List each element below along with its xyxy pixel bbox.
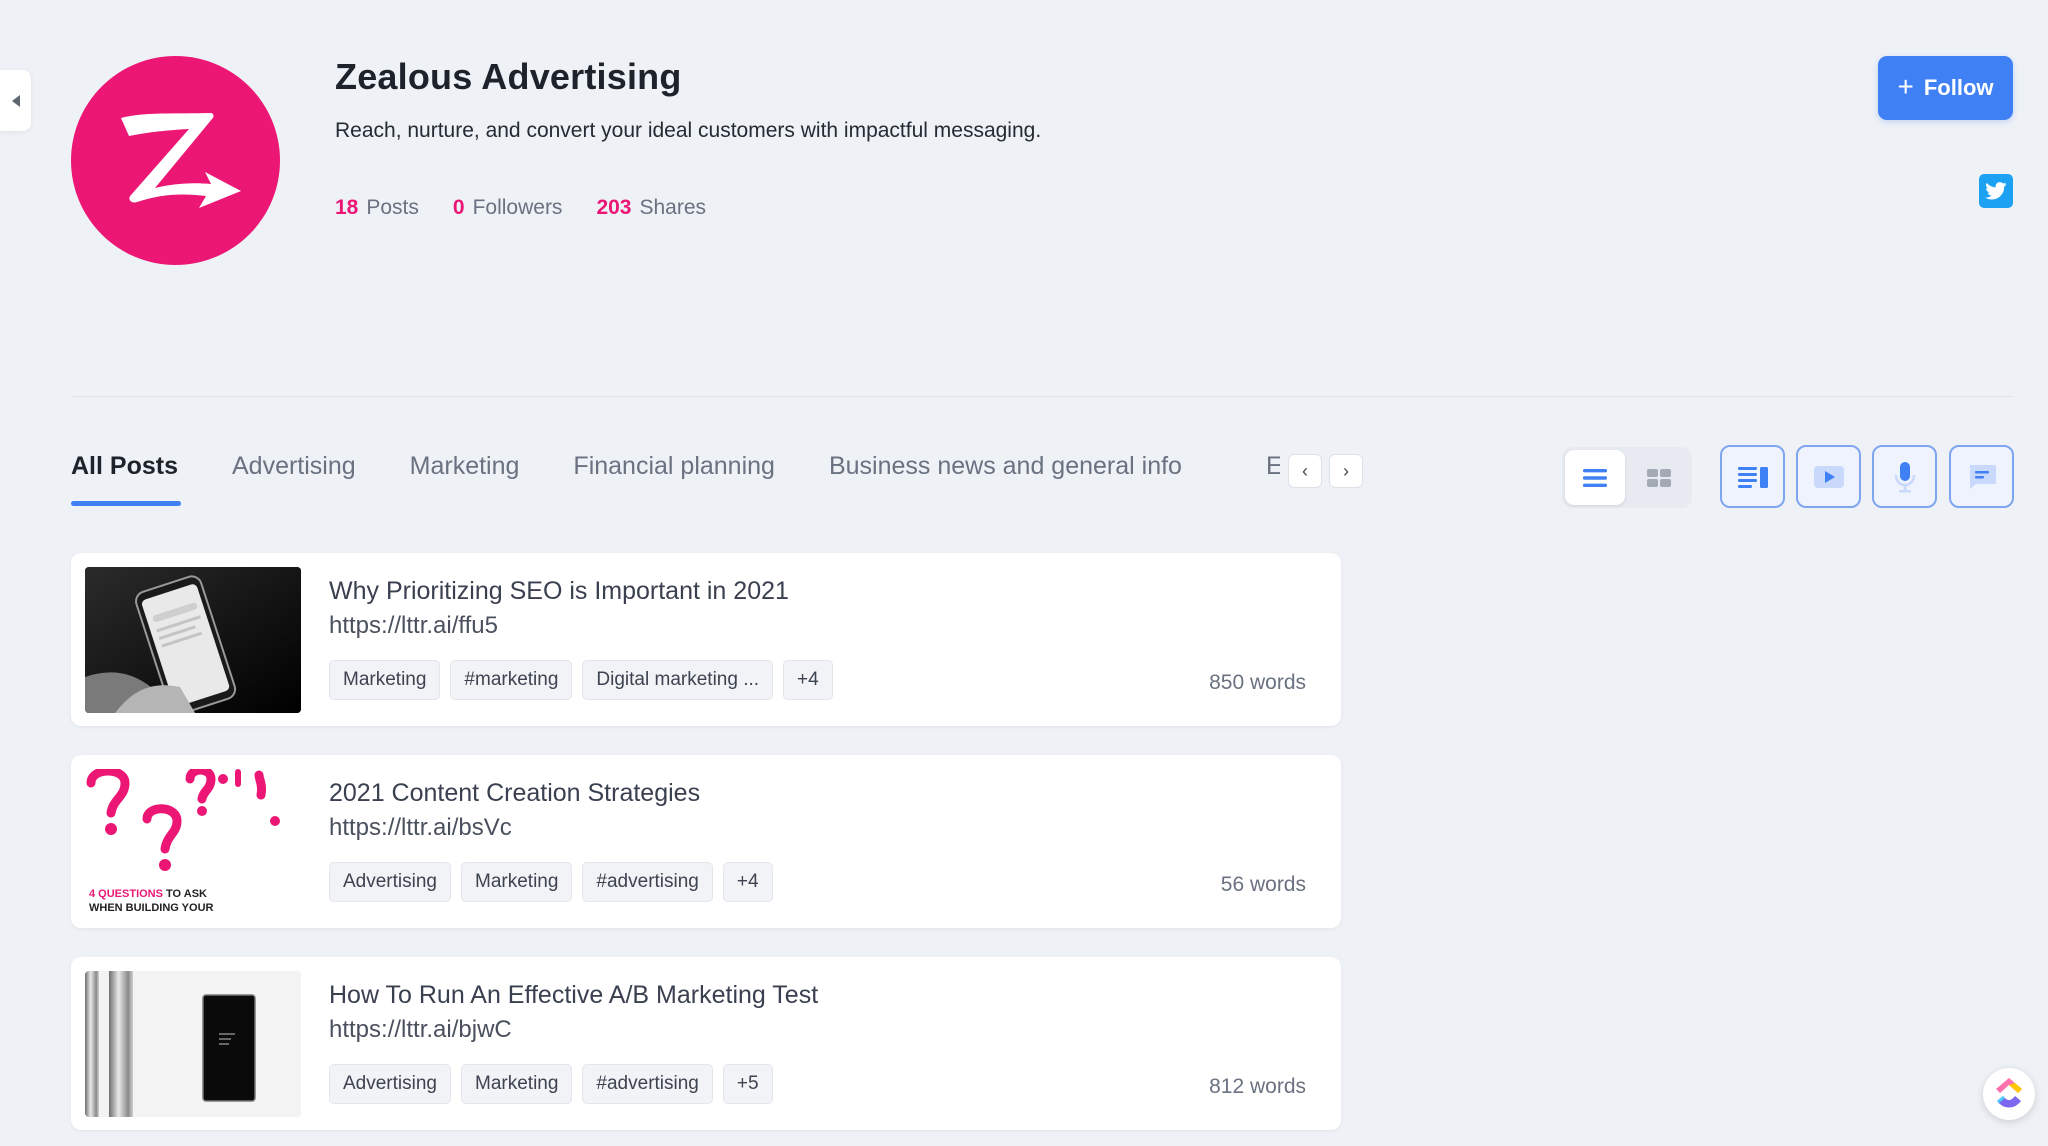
profile-tagline: Reach, nurture, and convert your ideal c… <box>335 119 1042 142</box>
post-tag[interactable]: #advertising <box>582 862 713 902</box>
section-divider <box>71 396 2013 397</box>
phone-on-desk-image <box>85 971 301 1117</box>
filter-articles-button[interactable] <box>1720 445 1785 508</box>
phone-photo-image <box>85 567 301 713</box>
post-title[interactable]: 2021 Content Creation Strategies <box>329 779 700 808</box>
post-word-count: 56 words <box>1220 873 1306 896</box>
filter-comments-button[interactable] <box>1949 445 2014 508</box>
post-tags: Advertising Marketing #advertising +4 <box>329 862 773 902</box>
post-tags: Advertising Marketing #advertising +5 <box>329 1064 773 1104</box>
chevron-left-icon: ‹ <box>1302 460 1308 481</box>
tab-financial-planning[interactable]: Financial planning <box>573 452 775 504</box>
post-tag[interactable]: Advertising <box>329 1064 451 1104</box>
list-view-button[interactable] <box>1565 450 1625 505</box>
twitter-icon <box>1985 182 2007 200</box>
post-thumbnail: 4 QUESTIONS TO ASK WHEN BUILDING YOUR <box>85 769 301 915</box>
post-word-count: 850 words <box>1209 671 1306 694</box>
filter-audio-button[interactable] <box>1872 445 1937 508</box>
post-tag[interactable]: Digital marketing ... <box>582 660 774 700</box>
comment-icon <box>1969 464 1996 489</box>
thumbnail-caption-highlight: 4 QUESTIONS <box>89 888 163 900</box>
stat-shares-count: 203 <box>596 196 632 219</box>
stat-followers-label: Followers <box>472 196 563 219</box>
list-view-icon <box>1583 468 1607 487</box>
post-thumbnail <box>85 567 301 713</box>
thumbnail-caption-rest: TO ASK <box>162 888 207 900</box>
post-more-tags[interactable]: +4 <box>722 862 773 902</box>
tabs-next-button[interactable]: › <box>1329 454 1363 488</box>
post-tag[interactable]: Marketing <box>461 1064 573 1104</box>
help-widget-button[interactable] <box>1983 1068 2035 1120</box>
article-icon <box>1737 466 1768 488</box>
tab-advertising[interactable]: Advertising <box>232 452 356 504</box>
video-icon <box>1813 465 1844 488</box>
tabs-prev-button[interactable]: ‹ <box>1288 454 1322 488</box>
zealous-logo-icon <box>121 113 241 208</box>
profile-name: Zealous Advertising <box>335 56 682 97</box>
filter-videos-button[interactable] <box>1796 445 1861 508</box>
profile-stats: 18 Posts 0 Followers 203 Shares <box>335 196 706 220</box>
sidebar-collapse-toggle[interactable] <box>0 70 31 131</box>
twitter-link[interactable] <box>1979 174 2013 208</box>
follow-button[interactable]: + Follow <box>1878 56 2013 120</box>
view-toggle <box>1562 447 1692 508</box>
post-more-tags[interactable]: +5 <box>722 1064 773 1104</box>
tab-business-news[interactable]: Business news and general info <box>829 452 1182 504</box>
stat-followers[interactable]: 0 Followers <box>453 196 563 220</box>
post-card[interactable]: How To Run An Effective A/B Marketing Te… <box>71 957 1341 1130</box>
profile-page: Zealous Advertising Reach, nurture, and … <box>0 0 2048 1146</box>
stat-followers-count: 0 <box>452 196 465 219</box>
clickup-logo-icon <box>1996 1078 2022 1108</box>
post-tag[interactable]: Advertising <box>329 862 451 902</box>
post-url[interactable]: https://lttr.ai/bjwC <box>329 1016 512 1044</box>
post-thumbnail <box>85 971 301 1117</box>
tab-marketing[interactable]: Marketing <box>410 452 520 504</box>
post-card[interactable]: Why Prioritizing SEO is Important in 202… <box>71 553 1341 726</box>
post-tag[interactable]: #marketing <box>450 660 573 700</box>
thumbnail-caption: 4 QUESTIONS TO ASK WHEN BUILDING YOUR <box>89 887 213 915</box>
post-card[interactable]: 4 QUESTIONS TO ASK WHEN BUILDING YOUR 20… <box>71 755 1341 928</box>
stat-posts-count: 18 <box>335 196 359 219</box>
tab-all-posts[interactable]: All Posts <box>71 452 181 506</box>
tab-overflow-partial[interactable]: E <box>1266 452 1280 481</box>
stat-posts-label: Posts <box>366 196 419 219</box>
profile-avatar <box>71 56 280 265</box>
post-url[interactable]: https://lttr.ai/ffu5 <box>329 612 498 640</box>
caret-left-icon <box>11 94 20 107</box>
grid-view-icon <box>1647 468 1671 487</box>
grid-view-button[interactable] <box>1629 450 1689 505</box>
post-url[interactable]: https://lttr.ai/bsVc <box>329 814 512 842</box>
thumbnail-caption-line2: WHEN BUILDING YOUR <box>89 902 214 914</box>
stat-posts[interactable]: 18 Posts <box>335 196 419 220</box>
post-tag[interactable]: Marketing <box>461 862 573 902</box>
post-title[interactable]: How To Run An Effective A/B Marketing Te… <box>329 981 818 1010</box>
chevron-right-icon: › <box>1343 460 1349 481</box>
post-title[interactable]: Why Prioritizing SEO is Important in 202… <box>329 577 789 606</box>
post-tag[interactable]: Marketing <box>329 660 441 700</box>
post-more-tags[interactable]: +4 <box>783 660 833 700</box>
category-tabs: All Posts Advertising Marketing Financia… <box>71 452 1182 506</box>
microphone-icon <box>1894 461 1915 492</box>
plus-icon: + <box>1897 71 1914 102</box>
post-tags: Marketing #marketing Digital marketing .… <box>329 660 833 700</box>
stat-shares-label: Shares <box>639 196 707 219</box>
stat-shares[interactable]: 203 Shares <box>596 196 706 220</box>
post-tag[interactable]: #advertising <box>582 1064 713 1104</box>
post-word-count: 812 words <box>1209 1075 1306 1098</box>
follow-button-label: Follow <box>1923 75 1994 100</box>
